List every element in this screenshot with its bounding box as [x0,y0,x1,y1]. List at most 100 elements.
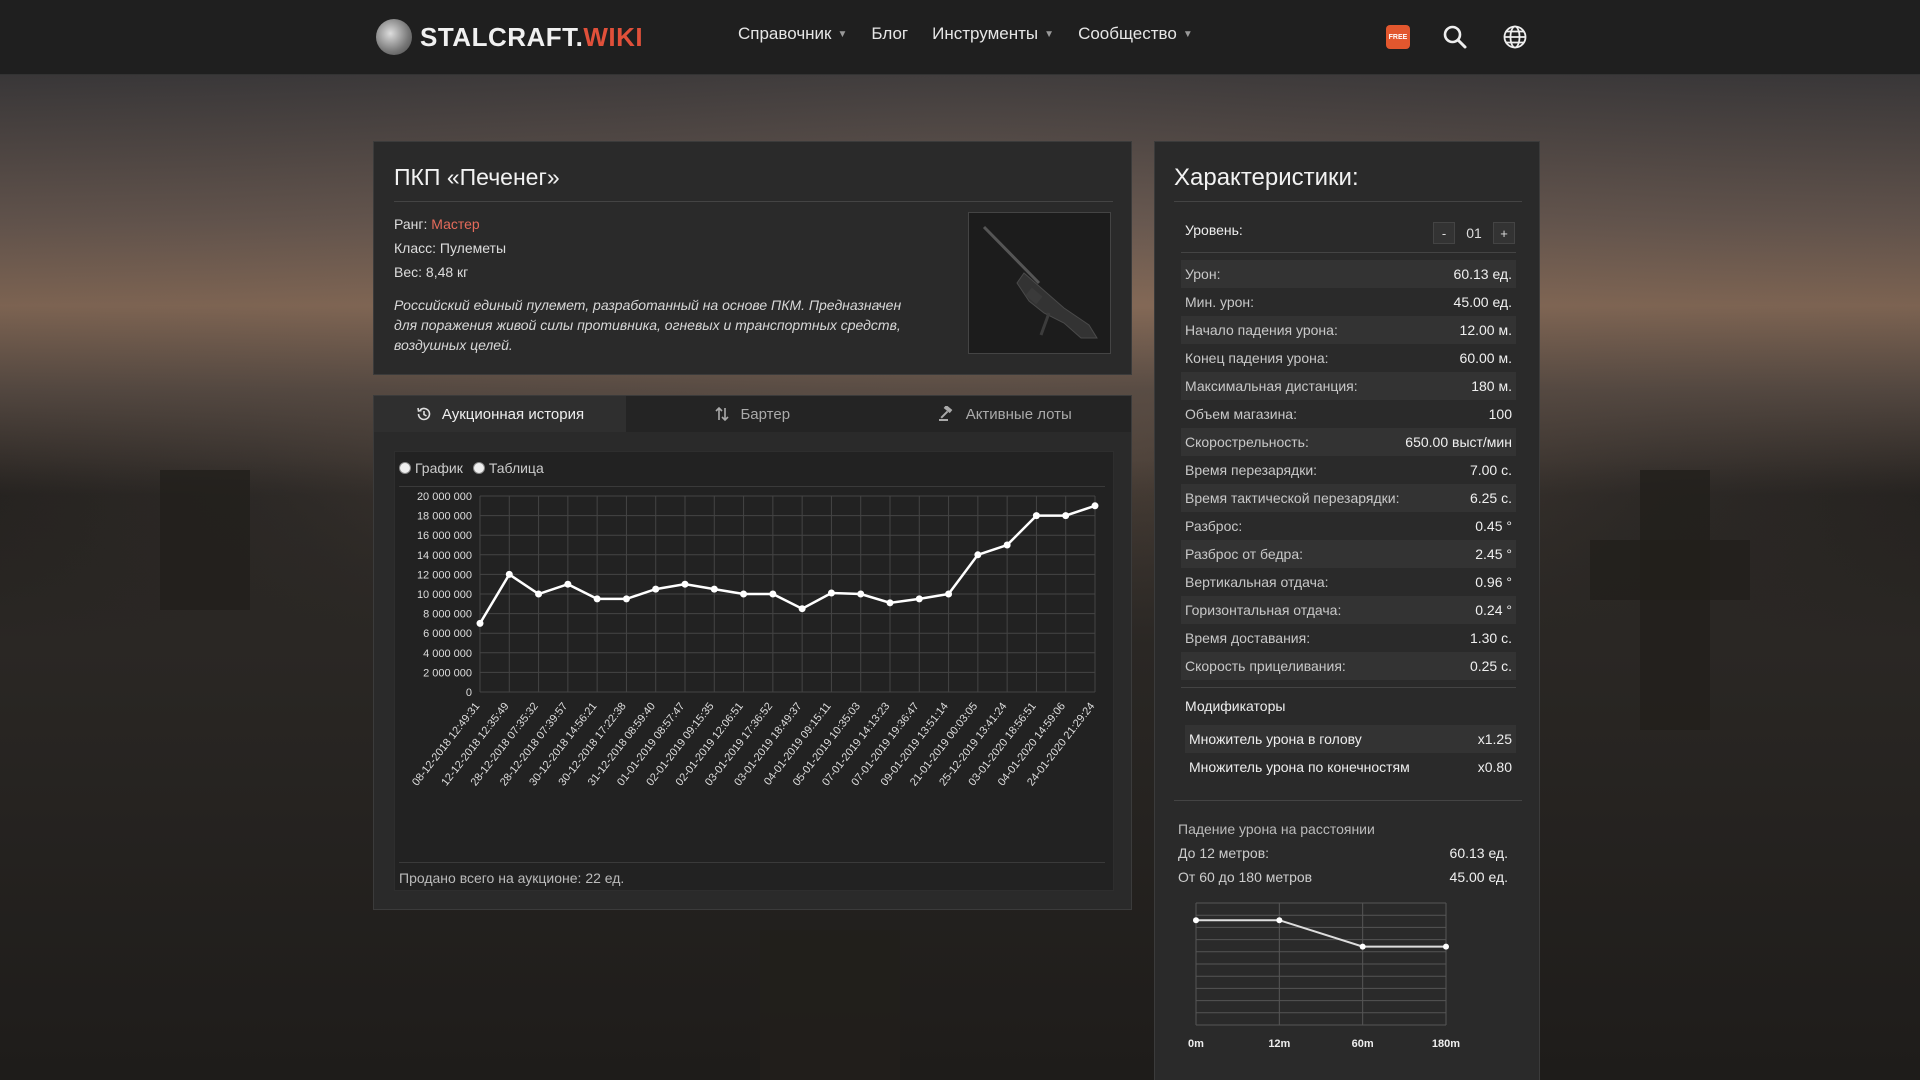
radio-label: Таблица [488,460,544,476]
data-point [1443,943,1449,950]
stat-label: Разброс от бедра: [1185,546,1303,562]
y-tick-label: 8 000 000 [423,609,472,621]
stat-value: 2.45 ° [1475,546,1512,562]
level-input[interactable] [1461,222,1487,244]
data-point [593,595,601,603]
tab-active-lots[interactable]: Активные лоты [879,396,1132,432]
item-title: ПКП «Печенег» [394,164,560,190]
falloff-row: От 60 до 180 метров 45.00 ед. [1178,869,1508,885]
stat-label: Время перезарядки: [1185,462,1318,478]
level-label: Уровень: [1185,222,1243,238]
data-point [710,585,718,593]
stat-row: Время тактической перезарядки: 6.25 с. [1181,484,1516,512]
data-point [915,595,923,603]
nav-item-reference[interactable]: Справочник ▼ [738,24,847,44]
item-meta: Ранг: Мастер Класс: Пулеметы Вес: 8,48 к… [394,212,506,284]
radio-chart[interactable]: График [399,460,463,476]
stat-label: Скорость прицеливания: [1185,658,1346,674]
stat-row: Урон: 60.13 ед. [1181,260,1516,288]
stat-value: 0.45 ° [1475,518,1512,534]
globe-icon[interactable] [1500,22,1530,52]
item-card: ПКП «Печенег» Ранг: Мастер Класс: Пулеме… [373,141,1132,375]
rank-line: Ранг: Мастер [394,212,506,236]
item-image [968,212,1111,354]
stat-label: Мин. урон: [1185,294,1255,310]
y-tick-label: 14 000 000 [417,550,472,562]
auction-history-panel: Аукционная история Бартер Активные лоты … [373,395,1132,910]
stat-row: Разброс: 0.45 ° [1181,512,1516,540]
logo-emblem-icon [376,19,412,55]
stat-row: Скорость прицеливания: 0.25 с. [1181,652,1516,680]
data-point [476,619,484,627]
y-tick-label: 2 000 000 [423,667,472,679]
stat-row: Начало падения урона: 12.00 м. [1181,316,1516,344]
stat-value: 45.00 ед. [1453,294,1512,310]
logo-text: STALCRAFT.WIKI [420,22,643,53]
stat-value: 180 м. [1471,378,1512,394]
site-logo[interactable]: STALCRAFT.WIKI [376,19,643,55]
tab-barter[interactable]: Бартер [626,396,879,432]
radio-label: График [415,460,463,476]
price-history-chart: 20 000 000 18 000 000 16 000 000 14 000 000… [410,491,1099,788]
level-increase-button[interactable]: + [1493,222,1515,244]
modifier-label: Множитель урона в голову [1189,731,1362,747]
data-point [1193,917,1199,924]
nav-item-tools[interactable]: Инструменты ▼ [932,24,1054,44]
falloff-value: 45.00 ед. [1449,869,1508,885]
stat-row: Максимальная дистанция: 180 м. [1181,372,1516,400]
data-point [974,551,982,559]
level-stepper: - + [1433,222,1515,244]
falloff-label: До 12 метров: [1178,845,1270,861]
tab-auction-history[interactable]: Аукционная история [374,396,626,432]
stat-label: Время тактической перезарядки: [1185,490,1400,506]
header-actions: FREE [1386,22,1530,52]
free-badge-icon[interactable]: FREE [1386,25,1410,49]
tab-label: Аукционная история [441,405,585,423]
stat-value: 6.25 с. [1469,490,1512,506]
stat-row: Скорострельность: 650.00 выст/мин [1181,428,1516,456]
history-icon [417,407,431,421]
chart-container: График Таблица 20 000 000 18 000 000 16 00… [394,451,1114,891]
radio-button[interactable] [472,462,485,474]
x-tick-label: 60m [1352,1038,1374,1050]
modifier-label: Множитель урона по конечностям [1189,759,1410,775]
x-tick-label: 180m [1432,1038,1460,1050]
data-point [622,595,630,603]
data-point [1091,502,1099,510]
data-point [1003,541,1011,549]
modifier-value: x1.25 [1477,731,1512,747]
stat-row: Горизонтальная отдача: 0.24 ° [1181,596,1516,624]
data-point [1032,512,1040,520]
stat-value: 12.00 м. [1459,322,1512,338]
chevron-down-icon: ▼ [1044,28,1055,40]
background-building [760,930,900,1080]
level-decrease-button[interactable]: - [1433,222,1455,244]
radio-button[interactable] [399,462,411,474]
modifiers-title: Модификаторы [1185,698,1286,714]
data-point [827,589,835,597]
y-tick-label: 12 000 000 [417,569,472,581]
data-point [857,590,865,598]
falloff-line [1196,919,1446,948]
nav-item-label: Справочник [738,24,832,43]
y-tick-label: 20 000 000 [417,491,472,503]
data-point [945,590,953,598]
divider [1174,201,1522,202]
background-tower-deck [1590,540,1750,600]
stat-label: Объем магазина: [1185,406,1297,422]
y-tick-label: 10 000 000 [417,589,472,601]
nav-item-community[interactable]: Сообщество ▼ [1078,24,1193,44]
divider [399,862,1105,863]
falloff-label: От 60 до 180 метров [1178,869,1313,885]
level-row: Уровень: - + [1185,222,1515,244]
sold-total: Продано всего на аукционе: 22 ед. [399,870,625,886]
radio-table[interactable]: Таблица [472,460,544,476]
search-icon[interactable] [1440,22,1470,52]
stat-value: 60.00 м. [1459,350,1512,366]
data-point [1276,917,1283,924]
x-tick-label: 12m [1268,1038,1290,1050]
chevron-down-icon: ▼ [837,28,848,40]
tab-label: Активные лоты [965,405,1072,423]
nav-item-blog[interactable]: Блог [871,24,908,44]
falloff-row: До 12 метров: 60.13 ед. [1178,845,1508,861]
